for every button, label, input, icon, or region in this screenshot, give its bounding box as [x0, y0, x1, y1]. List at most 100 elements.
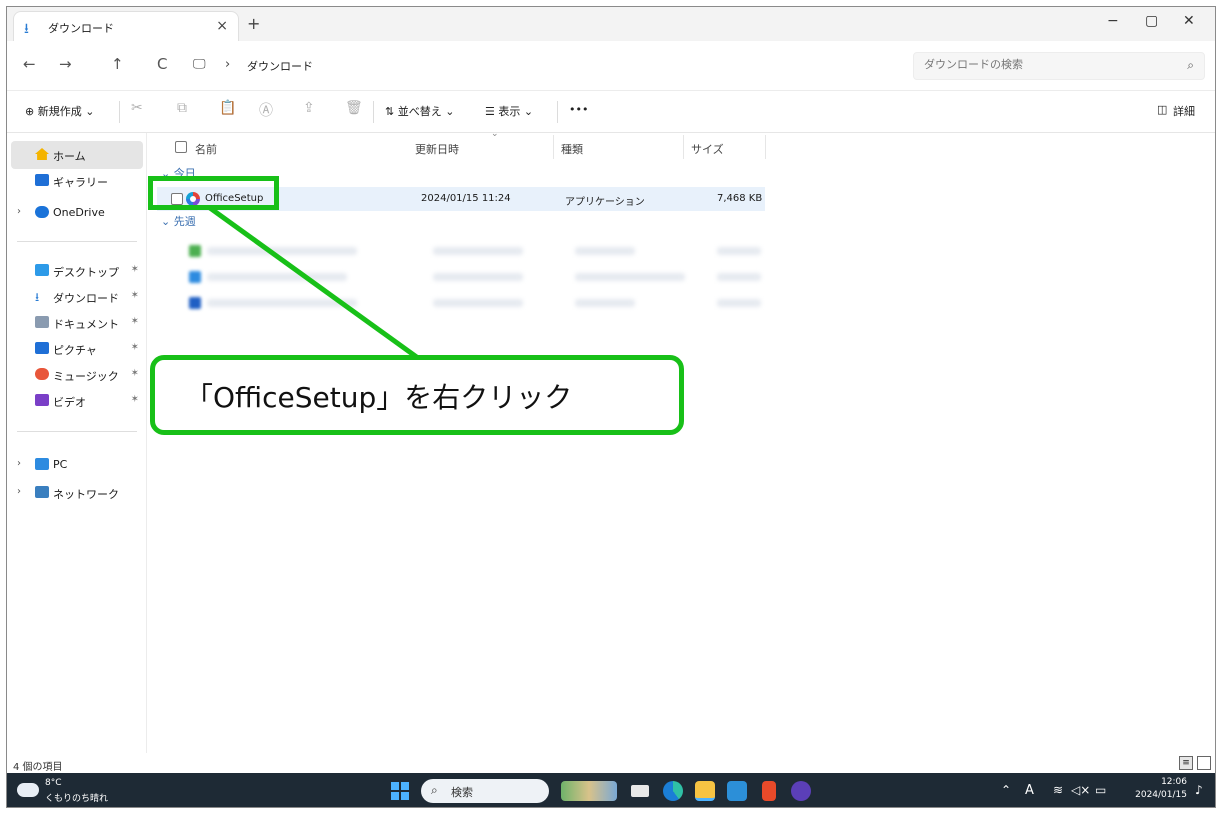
column-header-name[interactable]: 名前	[195, 141, 217, 157]
breadcrumb[interactable]: 🖵 › ダウンロード	[185, 52, 907, 80]
command-bar: ⊕ 新規作成 ⌄ ✂ ⧉ 📋 Ⓐ ⇪ 🗑 ⇅ 並べ替え ⌄ ☰ 表示 ⌄ •••…	[7, 91, 1215, 133]
pin-icon[interactable]: ✶	[131, 368, 139, 379]
sidebar-item-pictures[interactable]: ピクチャ ✶	[11, 335, 143, 363]
sidebar-item-music[interactable]: ミュージック ✶	[11, 361, 143, 389]
blurred-text	[433, 273, 523, 281]
new-tab-button[interactable]: +	[247, 14, 260, 33]
sidebar-item-home[interactable]: ホーム	[11, 141, 143, 169]
news-widget-icon[interactable]	[561, 781, 617, 801]
up-button[interactable]: ↑	[111, 55, 124, 73]
paste-icon[interactable]: 📋	[219, 100, 236, 116]
pc-icon: 🖵	[193, 57, 206, 72]
file-row-blurred[interactable]	[157, 291, 765, 315]
breadcrumb-item-downloads[interactable]: ダウンロード	[247, 58, 313, 74]
file-size: 7,468 KB	[717, 193, 763, 204]
pin-icon[interactable]: ✶	[131, 264, 139, 275]
chevron-right-icon[interactable]: ›	[17, 206, 21, 217]
start-button[interactable]	[391, 782, 409, 800]
details-pane-icon[interactable]: ◫	[1157, 103, 1167, 116]
file-row-blurred[interactable]	[157, 239, 765, 263]
sidebar-item-pc[interactable]: › PC	[11, 451, 143, 479]
sidebar-item-network[interactable]: › ネットワーク	[11, 479, 143, 507]
office-icon[interactable]	[762, 781, 776, 801]
tab-close-button[interactable]: ×	[216, 18, 228, 34]
details-view-icon[interactable]: ≡	[1179, 756, 1193, 770]
chevron-up-icon[interactable]: ⌃	[1001, 783, 1011, 797]
back-button[interactable]: ←	[23, 55, 36, 73]
rename-icon[interactable]: Ⓐ	[259, 100, 273, 120]
search-icon: ⌕	[1187, 58, 1194, 72]
blurred-text	[207, 299, 357, 307]
minimize-button[interactable]: −	[1107, 13, 1119, 29]
taskbar-search[interactable]: ⌕ 検索	[421, 779, 549, 803]
select-all-checkbox[interactable]	[175, 141, 187, 153]
task-view-icon[interactable]	[631, 785, 649, 797]
tab-downloads[interactable]: ⭳ ダウンロード ×	[13, 11, 239, 41]
date: 2024/01/15	[1135, 790, 1187, 800]
file-explorer-icon[interactable]	[695, 781, 715, 801]
share-icon[interactable]: ⇪	[303, 100, 315, 116]
desktop-icon	[35, 264, 49, 276]
blurred-text	[575, 299, 635, 307]
pin-icon[interactable]: ✶	[131, 316, 139, 327]
file-icon	[189, 297, 201, 309]
blurred-text	[433, 247, 523, 255]
sort-button[interactable]: ⇅ 並べ替え ⌄	[385, 103, 454, 119]
copy-icon[interactable]: ⧉	[177, 100, 187, 116]
file-row-blurred[interactable]	[157, 265, 765, 289]
sidebar-item-label: ネットワーク	[53, 488, 119, 501]
wifi-icon[interactable]: ≋	[1053, 783, 1063, 797]
close-button[interactable]: ✕	[1183, 13, 1195, 29]
download-icon: ⭳	[35, 290, 40, 304]
column-divider	[683, 135, 684, 159]
divider	[119, 101, 120, 123]
sidebar-item-label: ギャラリー	[53, 176, 108, 189]
pin-icon[interactable]: ✶	[131, 342, 139, 353]
details-button[interactable]: 詳細	[1173, 103, 1195, 119]
search-input[interactable]	[924, 58, 1164, 71]
search-box[interactable]: ⌕	[913, 52, 1205, 80]
item-count: 4 個の項目	[13, 762, 63, 773]
chevron-right-icon[interactable]: ›	[17, 458, 21, 469]
delete-icon[interactable]: 🗑	[345, 100, 363, 116]
divider	[17, 431, 137, 432]
column-header-size[interactable]: サイズ	[691, 141, 724, 157]
refresh-button[interactable]: C	[157, 55, 167, 73]
sidebar-item-videos[interactable]: ビデオ ✶	[11, 387, 143, 415]
app-icon[interactable]	[791, 781, 811, 801]
group-header-last-week[interactable]: ⌄ 先週	[161, 213, 196, 229]
column-header-date[interactable]: 更新日時	[415, 141, 459, 157]
address-bar: ← → ↑ C 🖵 › ダウンロード ⌕	[7, 41, 1215, 91]
sidebar-item-documents[interactable]: ドキュメント ✶	[11, 309, 143, 337]
view-button[interactable]: ☰ 表示 ⌄	[485, 103, 533, 119]
more-options-button[interactable]: •••	[569, 103, 588, 116]
cut-icon[interactable]: ✂	[131, 100, 143, 116]
sidebar-item-gallery[interactable]: ギャラリー	[11, 167, 143, 195]
sidebar-item-desktop[interactable]: デスクトップ ✶	[11, 257, 143, 285]
volume-icon[interactable]: ◁×	[1071, 783, 1090, 797]
notification-bell-icon[interactable]: ♪	[1195, 783, 1203, 797]
sidebar-item-onedrive[interactable]: › OneDrive	[11, 199, 143, 227]
input-method-icon[interactable]: A	[1025, 783, 1034, 798]
maximize-button[interactable]: ▢	[1145, 13, 1158, 29]
file-icon	[189, 245, 201, 257]
mail-icon[interactable]	[727, 781, 747, 801]
pin-icon[interactable]: ✶	[131, 394, 139, 405]
forward-button[interactable]: →	[59, 55, 72, 73]
pin-icon[interactable]: ✶	[131, 290, 139, 301]
sidebar-item-downloads[interactable]: ⭳ ダウンロード ✶	[11, 283, 143, 311]
search-icon: ⌕	[431, 783, 438, 797]
new-button[interactable]: ⊕ 新規作成 ⌄	[25, 103, 94, 119]
column-header-type[interactable]: 種類	[561, 141, 583, 157]
edge-browser-icon[interactable]	[663, 781, 683, 801]
video-icon	[35, 394, 49, 406]
battery-icon[interactable]: ▭	[1095, 783, 1106, 797]
blurred-text	[207, 247, 357, 255]
sort-indicator-icon: ⌄	[491, 129, 499, 139]
blurred-text	[575, 247, 635, 255]
weather-icon	[17, 778, 39, 797]
tiles-view-icon[interactable]	[1197, 756, 1211, 770]
clock[interactable]: 12:06 2024/01/15	[1131, 776, 1187, 802]
title-bar: ⭳ ダウンロード × + − ▢ ✕	[7, 7, 1215, 41]
chevron-right-icon[interactable]: ›	[17, 486, 21, 497]
